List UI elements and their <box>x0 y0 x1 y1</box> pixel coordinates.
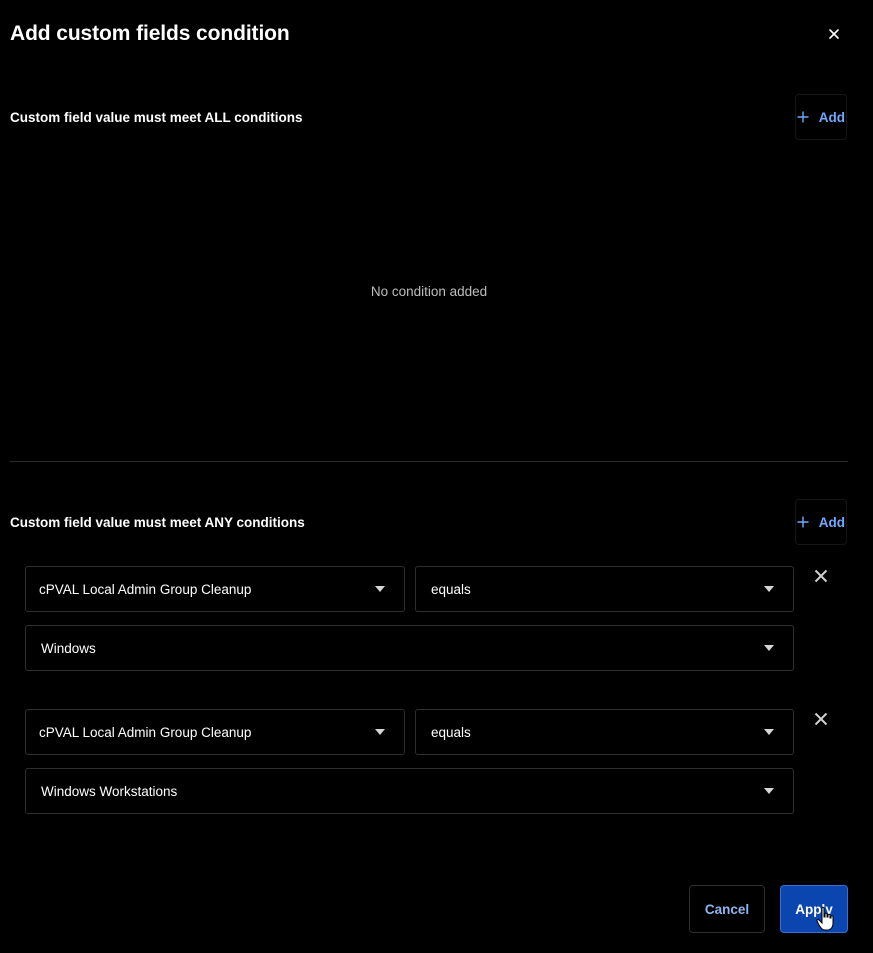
plus-icon <box>797 516 809 528</box>
cancel-button[interactable]: Cancel <box>689 885 765 933</box>
chevron-down-icon <box>764 788 774 794</box>
apply-button[interactable]: Apply <box>780 885 848 933</box>
close-button[interactable] <box>822 22 846 46</box>
remove-condition-button[interactable] <box>810 565 832 587</box>
plus-icon <box>797 111 809 123</box>
any-conditions-label: Custom field value must meet ANY conditi… <box>10 515 305 530</box>
all-conditions-label: Custom field value must meet ALL conditi… <box>10 110 303 125</box>
close-icon <box>829 29 839 39</box>
remove-condition-button[interactable] <box>810 708 832 730</box>
condition-operator-select[interactable]: equals <box>415 566 794 612</box>
condition-value: Windows Workstations <box>41 783 178 799</box>
close-icon <box>814 569 828 583</box>
chevron-down-icon <box>764 586 774 592</box>
condition-field-value: cPVAL Local Admin Group Cleanup <box>39 724 252 740</box>
no-condition-message: No condition added <box>370 284 488 299</box>
close-icon <box>814 712 828 726</box>
add-custom-fields-condition-dialog: Add custom fields condition Custom field… <box>0 0 873 953</box>
condition-value: Windows <box>41 640 96 656</box>
chevron-down-icon <box>764 645 774 651</box>
dialog-title: Add custom fields condition <box>10 22 290 45</box>
chevron-down-icon <box>764 729 774 735</box>
condition-field-select[interactable]: cPVAL Local Admin Group Cleanup <box>25 566 405 612</box>
condition-operator-value: equals <box>431 581 471 597</box>
condition-field-value: cPVAL Local Admin Group Cleanup <box>39 581 252 597</box>
hand-pointer-icon <box>816 906 834 931</box>
condition-operator-select[interactable]: equals <box>415 709 794 755</box>
chevron-down-icon <box>375 729 385 735</box>
condition-field-select[interactable]: cPVAL Local Admin Group Cleanup <box>25 709 405 755</box>
condition-value-select[interactable]: Windows <box>25 625 794 671</box>
section-divider <box>10 461 848 462</box>
add-any-label: Add <box>818 514 845 530</box>
add-all-condition-button[interactable]: Add <box>795 94 847 140</box>
add-any-condition-button[interactable]: Add <box>795 499 847 545</box>
condition-operator-value: equals <box>431 724 471 740</box>
chevron-down-icon <box>375 586 385 592</box>
condition-value-select[interactable]: Windows Workstations <box>25 768 794 814</box>
add-all-label: Add <box>818 109 845 125</box>
